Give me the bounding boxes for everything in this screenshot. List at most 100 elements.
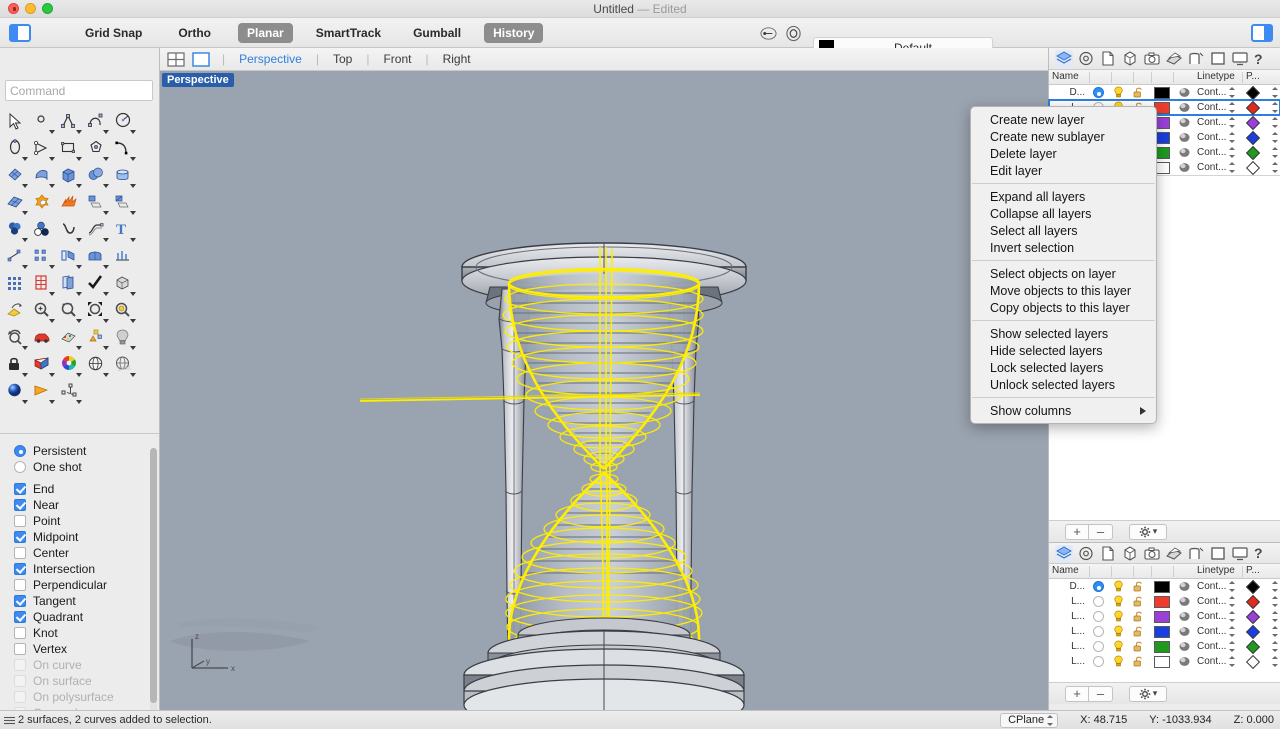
checkbox[interactable]	[14, 531, 26, 543]
osnap-mode-persistent[interactable]: Persistent	[0, 443, 152, 459]
object-icon[interactable]	[1121, 545, 1139, 562]
display-icon[interactable]	[1209, 545, 1227, 562]
column-name-header[interactable]: Name	[1052, 565, 1079, 576]
curve-icon[interactable]	[83, 108, 110, 135]
select-arrow-icon[interactable]	[2, 108, 29, 135]
layer-print-color[interactable]	[1245, 100, 1261, 115]
menu-item-collapse-all-layers[interactable]: Collapse all layers	[971, 205, 1156, 222]
checkmark-icon[interactable]	[83, 270, 110, 297]
layer-material[interactable]	[1177, 147, 1191, 158]
chevron-updown-icon[interactable]	[1046, 714, 1054, 726]
arc-icon[interactable]	[29, 135, 56, 162]
menu-item-copy-objects-to-this-layer[interactable]: Copy objects to this layer	[971, 299, 1156, 316]
column-printcolor-header[interactable]: P...	[1246, 565, 1260, 576]
layer-print-color[interactable]	[1245, 609, 1261, 624]
zoom-selected-icon[interactable]	[110, 297, 137, 324]
light-bulb-icon[interactable]	[110, 324, 137, 351]
table-row[interactable]: L... Cont...	[1049, 639, 1280, 654]
osnap-item-tangent[interactable]: Tangent	[0, 593, 152, 609]
current-layer-radio[interactable]	[1091, 611, 1105, 622]
cone-direction-icon[interactable]	[29, 378, 56, 405]
tab-perspective[interactable]: Perspective	[231, 52, 310, 66]
point-icon[interactable]	[29, 108, 56, 135]
circle-icon[interactable]	[110, 108, 137, 135]
object-properties-icon[interactable]	[83, 324, 110, 351]
menu-item-show-selected-layers[interactable]: Show selected layers	[971, 325, 1156, 342]
sidebar-scrollbar[interactable]	[150, 448, 157, 729]
gumball-button[interactable]: Gumball	[404, 23, 470, 43]
material-sphere-icon[interactable]	[1178, 626, 1191, 637]
layer-visibility-toggle[interactable]	[1111, 595, 1125, 608]
menu-item-select-all-layers[interactable]: Select all layers	[971, 222, 1156, 239]
menu-item-lock-selected-layers[interactable]: Lock selected layers	[971, 359, 1156, 376]
current-layer-radio[interactable]	[1091, 626, 1105, 637]
linear-dimension-icon[interactable]	[760, 25, 777, 42]
help-icon[interactable]: ?	[1254, 51, 1263, 67]
render-icon[interactable]	[1187, 50, 1205, 67]
checkbox[interactable]	[14, 515, 26, 527]
ortho-button[interactable]: Ortho	[169, 23, 220, 43]
unlocked-padlock-icon[interactable]	[1132, 595, 1145, 608]
layer-material[interactable]	[1177, 641, 1191, 652]
material-sphere-icon[interactable]	[1178, 611, 1191, 622]
display-icon[interactable]	[1209, 50, 1227, 67]
layer-print-width[interactable]	[1269, 596, 1279, 607]
layer-lock-toggle[interactable]	[1131, 640, 1145, 653]
lock-icon[interactable]	[2, 351, 29, 378]
layer-print-color[interactable]	[1245, 145, 1261, 160]
surface-plane-icon[interactable]	[2, 189, 29, 216]
boolean-split-icon[interactable]	[29, 216, 56, 243]
table-row[interactable]: L... Cont...	[1049, 609, 1280, 624]
materials-icon[interactable]	[1165, 545, 1183, 562]
layer-color-swatch[interactable]	[1153, 595, 1170, 608]
copy-icon[interactable]	[56, 270, 83, 297]
rectangle-icon[interactable]	[56, 135, 83, 162]
menu-item-hide-selected-layers[interactable]: Hide selected layers	[971, 342, 1156, 359]
visibility-bulb-icon[interactable]	[1112, 86, 1125, 99]
checkbox[interactable]	[14, 499, 26, 511]
text-icon[interactable]: T	[110, 216, 137, 243]
material-sphere-icon[interactable]	[1178, 162, 1191, 173]
unlocked-padlock-icon[interactable]	[1132, 625, 1145, 638]
layer-linetype[interactable]: Cont...	[1197, 581, 1237, 592]
layer-linetype[interactable]: Cont...	[1197, 162, 1237, 173]
menu-item-invert-selection[interactable]: Invert selection	[971, 239, 1156, 256]
layer-name[interactable]: L...	[1051, 626, 1085, 637]
analysis-icon[interactable]	[56, 324, 83, 351]
layer-linetype[interactable]: Cont...	[1197, 132, 1237, 143]
screen-icon[interactable]	[1231, 545, 1249, 562]
layer-print-width[interactable]	[1269, 147, 1279, 158]
color-wheel-icon[interactable]	[56, 351, 83, 378]
layer-print-width[interactable]	[1269, 162, 1279, 173]
zoom-window-icon[interactable]	[56, 297, 83, 324]
polygon-icon[interactable]	[83, 135, 110, 162]
layer-linetype[interactable]: Cont...	[1197, 596, 1237, 607]
unroll-icon[interactable]	[2, 297, 29, 324]
osnap-mode-one-shot[interactable]: One shot	[0, 459, 152, 475]
material-sphere-icon[interactable]	[1178, 147, 1191, 158]
menu-item-delete-layer[interactable]: Delete layer	[971, 145, 1156, 162]
fillet-icon[interactable]	[83, 189, 110, 216]
column-linetype-header[interactable]: Linetype	[1197, 71, 1235, 82]
menu-item-expand-all-layers[interactable]: Expand all layers	[971, 188, 1156, 205]
dimension-icon[interactable]	[110, 243, 137, 270]
column-name-header[interactable]: Name	[1052, 71, 1079, 82]
scrollbar-thumb[interactable]	[150, 448, 157, 703]
checkbox[interactable]	[14, 595, 26, 607]
layer-print-width[interactable]	[1269, 611, 1279, 622]
zoom-extents-icon[interactable]	[83, 297, 110, 324]
status-menu-icon[interactable]	[4, 716, 15, 725]
layer-print-width[interactable]	[1269, 626, 1279, 637]
layer-color-swatch[interactable]	[1153, 86, 1170, 99]
boolean-intersect-icon[interactable]	[2, 216, 29, 243]
explode-icon[interactable]	[56, 189, 83, 216]
boolean-union-icon[interactable]	[29, 189, 56, 216]
single-view-layout-icon[interactable]	[191, 51, 211, 68]
grid-snap-button[interactable]: Grid Snap	[76, 23, 151, 43]
four-view-layout-icon[interactable]	[166, 51, 186, 68]
document-icon[interactable]	[1099, 50, 1117, 67]
document-icon[interactable]	[1099, 545, 1117, 562]
layer-linetype[interactable]: Cont...	[1197, 102, 1237, 113]
visibility-bulb-icon[interactable]	[1112, 655, 1125, 668]
camera-icon[interactable]	[1143, 50, 1161, 67]
